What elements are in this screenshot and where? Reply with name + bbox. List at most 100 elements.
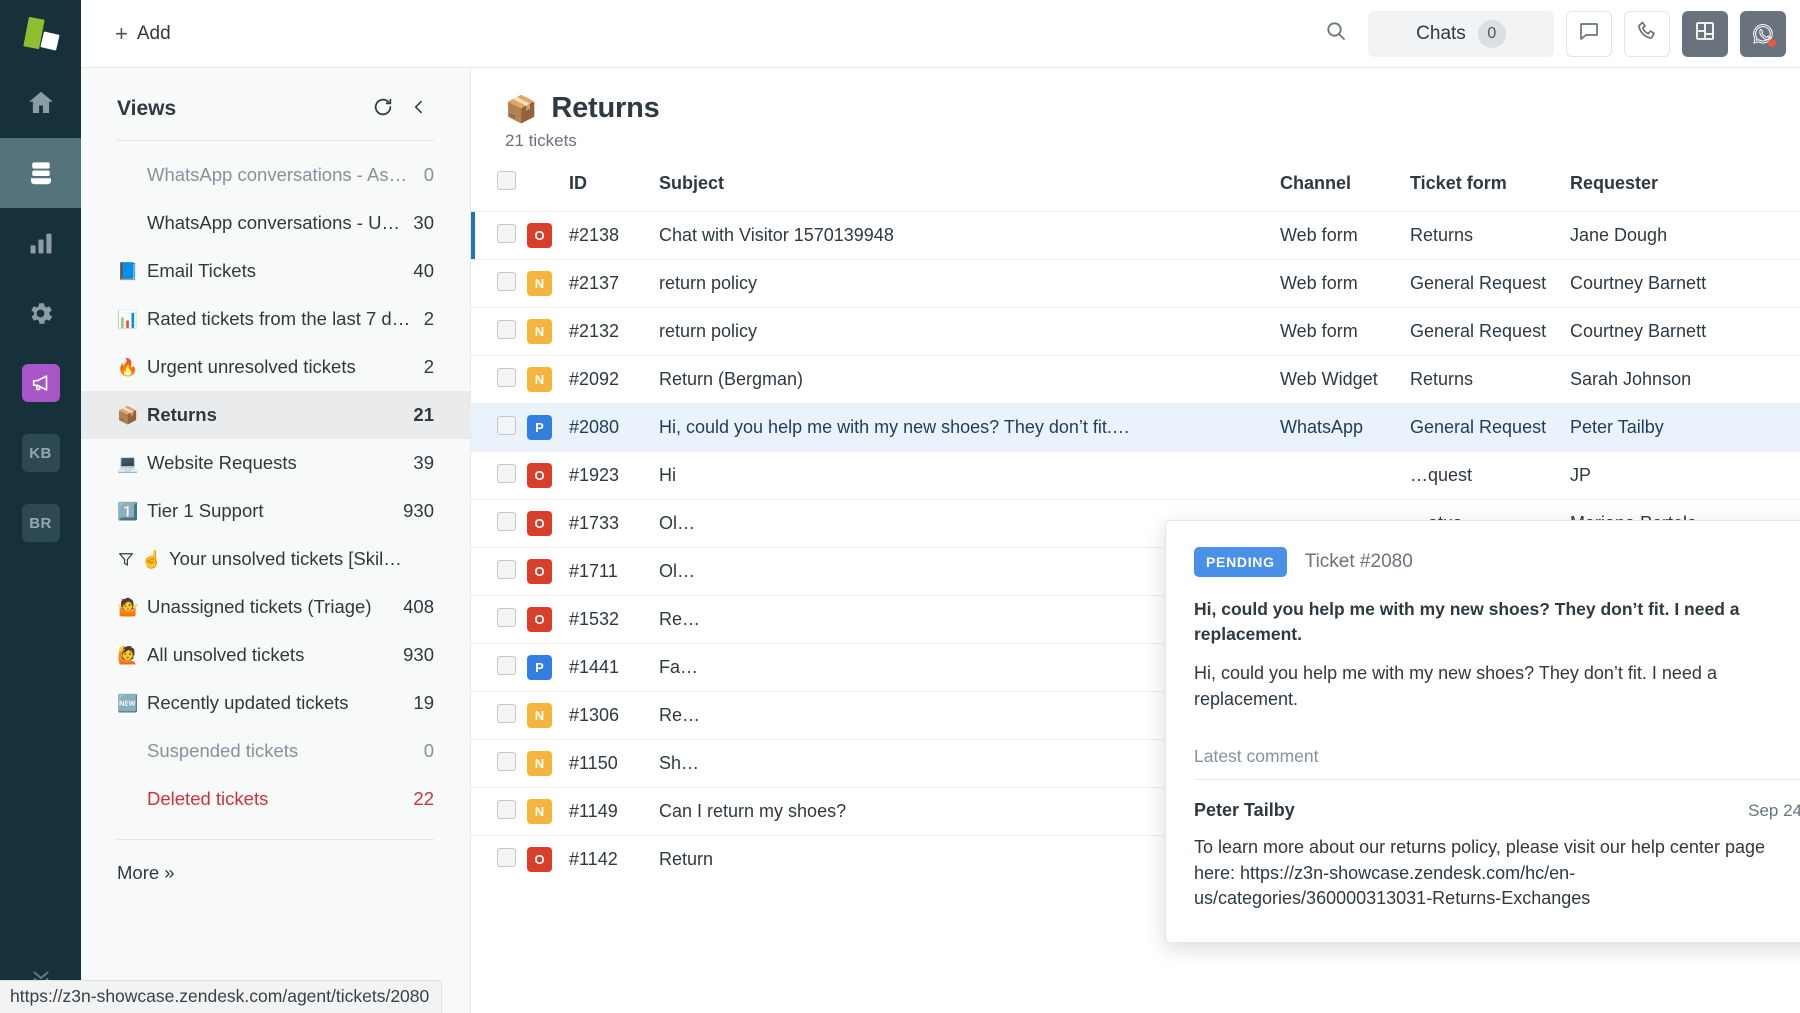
nav-br[interactable]: BR <box>0 488 81 558</box>
phone-button[interactable] <box>1624 10 1670 57</box>
chats-pill[interactable]: Chats 0 <box>1368 10 1554 57</box>
row-id: #2137 <box>569 259 659 308</box>
row-channel-text: WhatsApp <box>1280 417 1364 437</box>
table-row[interactable]: N #2092 Return (Bergman) Web Widget Returns S… <box>471 355 1800 404</box>
row-id: #1441 <box>569 643 659 692</box>
ticket-form-header[interactable]: Ticket form <box>1410 171 1570 212</box>
status-badge: O <box>527 607 552 632</box>
table-row[interactable]: O #1923 Hi …quest JP <box>471 451 1800 500</box>
views-item-count: 2 <box>423 308 434 329</box>
views-list-item[interactable]: 1️⃣ Tier 1 Support 930 <box>81 487 470 535</box>
nav-home[interactable] <box>0 68 81 138</box>
search-button[interactable] <box>1314 12 1358 56</box>
row-select-cell <box>471 787 527 836</box>
requester-header[interactable]: Requester <box>1570 171 1800 212</box>
chats-count-badge: 0 <box>1477 19 1506 48</box>
add-button[interactable]: + Add <box>103 16 183 52</box>
views-list-item[interactable]: 📦 Returns 21 <box>81 391 470 439</box>
row-checkbox[interactable] <box>497 655 516 675</box>
table-row[interactable]: N #2132 return policy Web form General Reque… <box>471 307 1800 356</box>
views-list-item[interactable]: 🆕 Recently updated tickets 19 <box>81 679 470 727</box>
views-item-label: Your unsolved tickets [Skil… <box>169 548 402 569</box>
row-checkbox[interactable] <box>497 223 516 243</box>
id-header[interactable]: ID <box>569 171 659 212</box>
channel-header[interactable]: Channel <box>1280 171 1410 212</box>
views-item-count: 22 <box>413 788 434 809</box>
refresh-views-button[interactable] <box>368 94 398 124</box>
ticket-preview-popover: PENDING Ticket #2080 Hi, could you help … <box>1165 520 1800 943</box>
row-status-cell: P <box>527 643 569 692</box>
row-status-cell: O <box>527 595 569 644</box>
views-item-icon: 🔥 <box>117 357 139 377</box>
table-row[interactable]: O #2138 Chat with Visitor 1570139948 Web fo… <box>471 211 1800 260</box>
chat-bubble-button[interactable] <box>1566 10 1612 57</box>
nav-kb[interactable]: KB <box>0 418 81 488</box>
row-id-text: #1711 <box>569 561 618 581</box>
views-list-item[interactable]: 🔥 Urgent unresolved tickets 2 <box>81 343 470 391</box>
status-badge: O <box>527 847 552 873</box>
row-checkbox[interactable] <box>497 463 516 483</box>
refresh-icon <box>372 96 394 123</box>
row-checkbox[interactable] <box>497 799 516 819</box>
nav-tickets[interactable] <box>0 138 81 208</box>
whatsapp-button[interactable] <box>1740 10 1786 57</box>
select-all-checkbox[interactable] <box>497 171 516 190</box>
row-select-cell <box>471 307 527 356</box>
views-list-item[interactable]: WhatsApp conversations - Assig… 0 <box>81 151 470 199</box>
views-list-item[interactable]: Deleted tickets 22 <box>81 775 470 823</box>
views-list-item[interactable]: Suspended tickets 0 <box>81 727 470 775</box>
views-item-count: 2 <box>423 356 434 377</box>
views-list-item[interactable]: 📘 Email Tickets 40 <box>81 247 470 295</box>
views-list-item[interactable]: 🙋 All unsolved tickets 930 <box>81 631 470 679</box>
row-checkbox[interactable] <box>497 559 516 579</box>
row-id: #1923 <box>569 451 659 500</box>
nav-admin[interactable] <box>0 278 81 348</box>
views-list-item[interactable]: ☝️ Your unsolved tickets [Skil… <box>81 535 470 583</box>
collapse-views-button[interactable] <box>404 94 434 124</box>
row-checkbox[interactable] <box>497 271 516 291</box>
views-item-label: All unsolved tickets <box>147 644 305 665</box>
row-ticket-form: General Request <box>1410 403 1570 452</box>
row-id-text: #1923 <box>569 465 620 485</box>
row-ticket-form: Returns <box>1410 355 1570 404</box>
row-status-cell: O <box>527 499 569 548</box>
tickets-main: 📦 Returns 21 tickets ID Subject Channel <box>471 68 1800 1013</box>
page-title: 📦 Returns <box>505 92 1800 125</box>
views-item-icon: 📊 <box>117 309 139 329</box>
row-select-cell <box>471 259 527 308</box>
views-list-item[interactable]: WhatsApp conversations - Unass… 30 <box>81 199 470 247</box>
row-checkbox[interactable] <box>497 367 516 387</box>
views-list-item[interactable]: 🤷 Unassigned tickets (Triage) 408 <box>81 583 470 631</box>
subject-header[interactable]: Subject <box>659 171 1280 212</box>
row-status-cell: N <box>527 307 569 356</box>
row-requester-text: Courtney Barnett <box>1570 273 1707 293</box>
zendesk-logo[interactable] <box>0 0 81 68</box>
row-channel-text: Web Widget <box>1280 369 1378 389</box>
table-row[interactable]: N #2137 return policy Web form General Reque… <box>471 259 1800 308</box>
row-id-text: #1150 <box>569 753 618 773</box>
views-more-link[interactable]: More » <box>81 840 470 884</box>
row-checkbox[interactable] <box>497 415 516 435</box>
nav-announcements[interactable] <box>0 348 81 418</box>
whatsapp-notification-dot <box>1768 38 1776 47</box>
views-list-item[interactable]: 💻 Website Requests 39 <box>81 439 470 487</box>
row-checkbox[interactable] <box>497 703 516 723</box>
views-list-item[interactable]: 📊 Rated tickets from the last 7 d… 2 <box>81 295 470 343</box>
row-checkbox[interactable] <box>497 751 516 771</box>
row-checkbox[interactable] <box>497 319 516 339</box>
status-header <box>527 171 569 212</box>
layout-panels-button[interactable] <box>1682 10 1728 57</box>
nav-reporting[interactable] <box>0 208 81 278</box>
popover-author-row: Peter Tailby Sep 24 <box>1194 800 1800 821</box>
views-item-label: Unassigned tickets (Triage) <box>147 596 372 617</box>
row-requester-text: JP <box>1570 465 1592 485</box>
views-item-label: Recently updated tickets <box>147 692 349 713</box>
popover-description: Hi, could you help me with my new shoes?… <box>1194 663 1717 710</box>
row-checkbox[interactable] <box>497 847 516 867</box>
views-item-label: Tier 1 Support <box>147 500 264 521</box>
row-checkbox[interactable] <box>497 607 516 627</box>
row-checkbox[interactable] <box>497 511 516 531</box>
views-item-label: WhatsApp conversations - Unass… <box>147 212 414 233</box>
views-item-icon: ☝️ <box>117 550 169 568</box>
table-row[interactable]: P #2080 Hi, could you help me with my new … <box>471 403 1800 452</box>
